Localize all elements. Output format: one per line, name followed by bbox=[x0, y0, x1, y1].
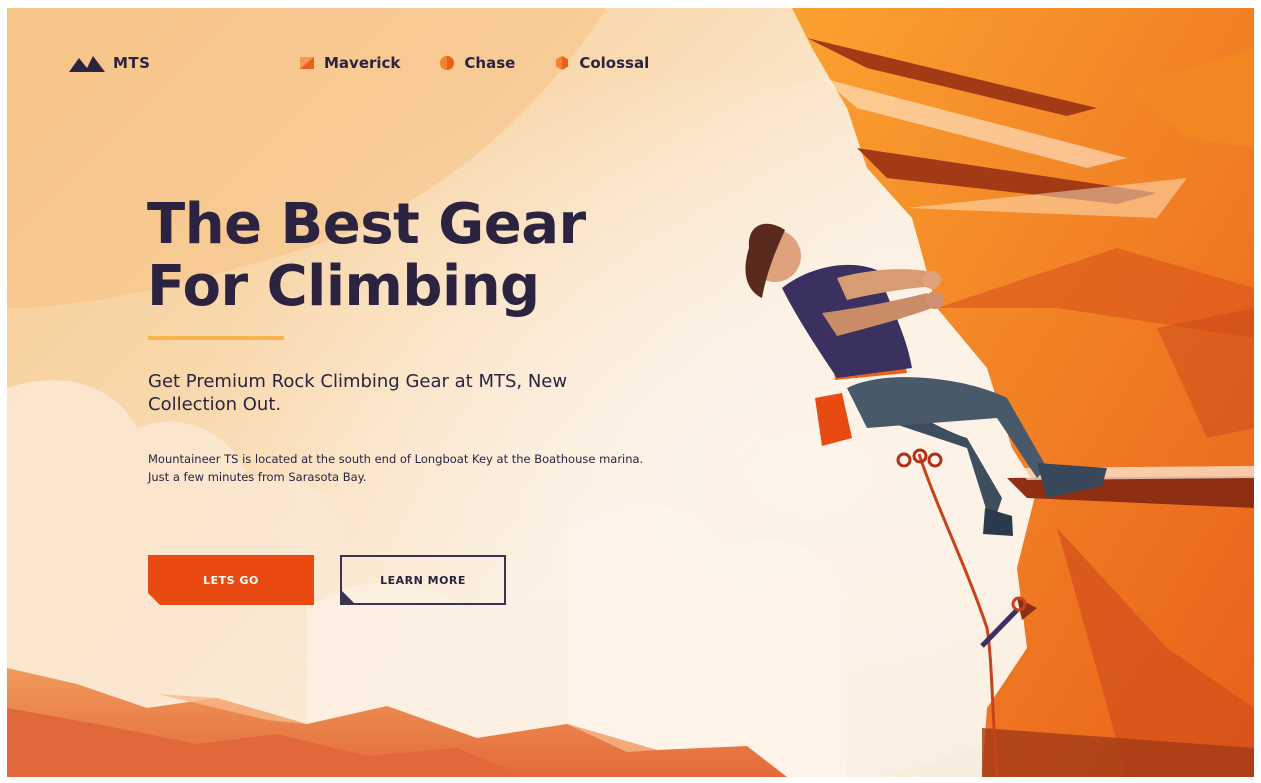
nav-label-chase: Chase bbox=[464, 54, 516, 72]
mountain-icon bbox=[69, 56, 105, 72]
hero-title-line2: For Climbing bbox=[147, 254, 540, 319]
button-corner-accent bbox=[342, 591, 354, 603]
hero-description: Mountaineer TS is located at the south e… bbox=[148, 452, 644, 484]
title-underline bbox=[148, 336, 284, 340]
top-navigation: Maverick Chase Colossal bbox=[300, 54, 649, 72]
hero-title: The Best Gear For Climbing bbox=[147, 194, 586, 318]
nav-label-maverick: Maverick bbox=[324, 54, 401, 72]
learn-more-button[interactable]: LEARN MORE bbox=[340, 555, 506, 605]
lets-go-button[interactable]: LETS GO bbox=[148, 555, 314, 605]
brand-logo[interactable]: MTS bbox=[69, 54, 150, 72]
learn-more-label: LEARN MORE bbox=[380, 573, 466, 587]
hero-subtitle: Get Premium Rock Climbing Gear at MTS, N… bbox=[148, 371, 568, 415]
brand-name: MTS bbox=[113, 54, 151, 72]
nav-item-colossal[interactable]: Colossal bbox=[555, 54, 649, 72]
nav-label-colossal: Colossal bbox=[579, 54, 650, 72]
hero-title-line1: The Best Gear bbox=[147, 192, 586, 257]
circle-bullet-icon bbox=[440, 56, 455, 70]
hexagon-bullet-icon bbox=[556, 56, 569, 70]
lets-go-label: LETS GO bbox=[203, 573, 259, 587]
square-bullet-icon bbox=[300, 57, 314, 69]
nav-item-maverick[interactable]: Maverick bbox=[300, 54, 400, 72]
landing-page: MTS Maverick Chase Colossal The Best Gea… bbox=[7, 8, 1254, 777]
nav-item-chase[interactable]: Chase bbox=[440, 54, 515, 72]
